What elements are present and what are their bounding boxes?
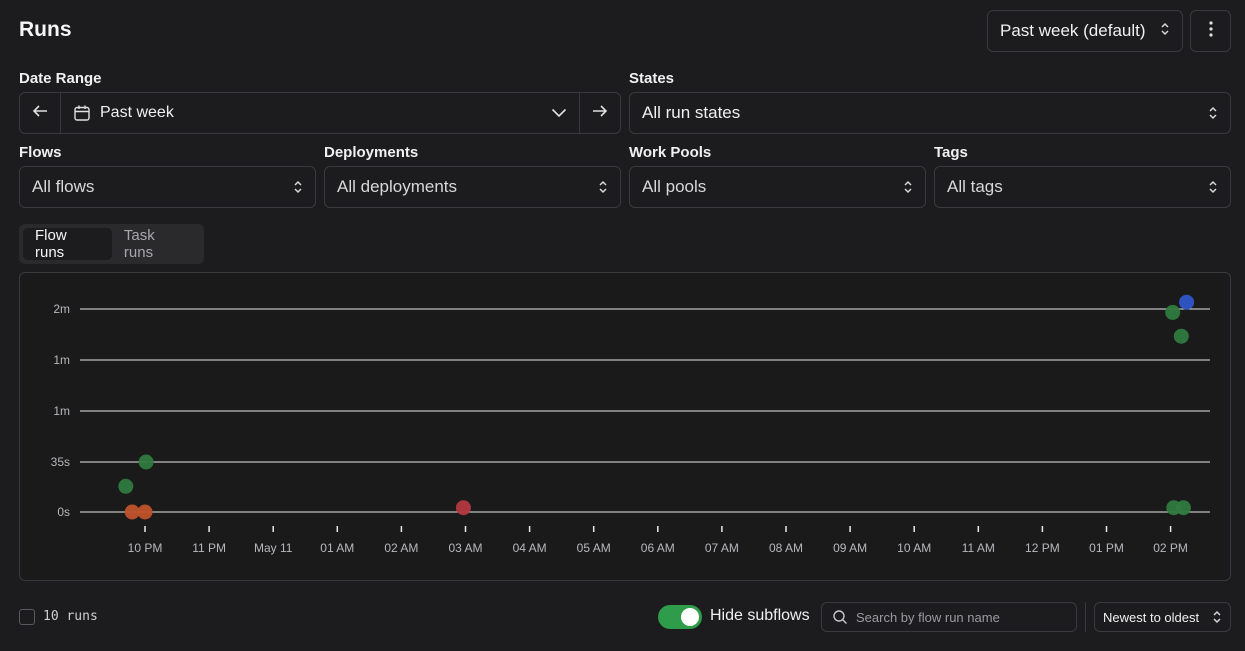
- x-tick-label: 10 PM: [128, 541, 163, 555]
- x-tick-label: 06 AM: [641, 541, 675, 555]
- tags-value: All tags: [947, 177, 1003, 196]
- states-value: All run states: [642, 103, 741, 122]
- x-tick-label: 10 AM: [897, 541, 931, 555]
- more-menu-button[interactable]: [1190, 10, 1231, 52]
- search-input[interactable]: [856, 609, 1056, 625]
- deployments-label: Deployments: [324, 144, 419, 161]
- select-all-checkbox[interactable]: [19, 609, 35, 625]
- chevron-up-down-icon: [1212, 610, 1222, 624]
- work-pools-select[interactable]: All pools: [629, 166, 926, 208]
- chevron-up-down-icon: [1208, 106, 1218, 120]
- runs-page: Runs Past week (default) Date Range Stat…: [0, 0, 1245, 651]
- footer-divider: [1085, 602, 1086, 632]
- next-range-button[interactable]: [580, 93, 620, 133]
- deployments-value: All deployments: [337, 177, 458, 196]
- sort-select[interactable]: Newest to oldest: [1094, 602, 1231, 632]
- arrow-left-icon: [32, 104, 48, 123]
- states-label: States: [629, 70, 675, 87]
- hide-subflows-label: Hide subflows: [710, 607, 810, 624]
- page-title: Runs: [19, 18, 72, 41]
- range-preset-value: Past week (default): [1000, 21, 1146, 40]
- x-tick-label: 02 PM: [1153, 541, 1188, 555]
- search-icon: [832, 609, 848, 625]
- work-pools-value: All pools: [642, 177, 707, 196]
- calendar-icon: [73, 104, 91, 122]
- flow-run-search[interactable]: [821, 602, 1077, 632]
- x-tick-label: 02 AM: [384, 541, 418, 555]
- x-tick-label: 04 AM: [513, 541, 547, 555]
- states-select[interactable]: All run states: [629, 92, 1231, 134]
- run-point[interactable]: [455, 500, 471, 516]
- x-tick-label: 08 AM: [769, 541, 803, 555]
- y-tick-label: 2m: [53, 302, 70, 316]
- tab-task-runs[interactable]: Task runs: [112, 227, 200, 261]
- x-tick-label: 07 AM: [705, 541, 739, 555]
- x-tick-label: 11 PM: [192, 541, 226, 555]
- flows-select[interactable]: All flows: [19, 166, 316, 208]
- x-tick-label: 05 AM: [577, 541, 611, 555]
- run-type-tabs: Flow runs Task runs: [19, 224, 204, 264]
- x-tick-label: May 11: [254, 541, 293, 555]
- runs-count: 10 runs: [43, 609, 98, 624]
- tags-select[interactable]: All tags: [934, 166, 1231, 208]
- flows-label: Flows: [19, 144, 62, 161]
- sort-value: Newest to oldest: [1103, 609, 1200, 625]
- run-point[interactable]: [118, 478, 134, 494]
- chevron-down-icon: [551, 108, 567, 118]
- date-range-label: Date Range: [19, 70, 102, 87]
- x-tick-label: 09 AM: [833, 541, 867, 555]
- chevron-up-down-icon: [903, 180, 913, 194]
- toggle-knob: [681, 608, 699, 626]
- y-tick-label: 35s: [51, 455, 70, 469]
- x-tick-label: 12 PM: [1025, 541, 1060, 555]
- hide-subflows-toggle[interactable]: [658, 605, 702, 629]
- date-range-value: Past week: [100, 104, 174, 121]
- chart-canvas: 2m 1m 1m 35s 0s 10 PM 11 PM May 11 01 AM 02 AM 03 …: [51, 294, 1210, 555]
- chevron-up-down-icon: [598, 180, 608, 194]
- run-point[interactable]: [1175, 500, 1191, 516]
- y-tick-label: 1m: [53, 353, 70, 367]
- previous-range-button[interactable]: [20, 93, 60, 133]
- run-point[interactable]: [138, 454, 154, 470]
- run-point[interactable]: [1165, 304, 1181, 320]
- x-tick-label: 01 AM: [320, 541, 354, 555]
- x-tick-label: 03 AM: [448, 541, 482, 555]
- arrow-right-icon: [592, 104, 608, 123]
- tab-flow-runs[interactable]: Flow runs: [23, 227, 112, 261]
- x-tick-label: 11 AM: [962, 541, 995, 555]
- date-range-select[interactable]: Past week: [61, 93, 579, 133]
- ellipsis-vertical-icon: [1208, 20, 1213, 42]
- chevron-up-down-icon: [1160, 21, 1170, 41]
- deployments-select[interactable]: All deployments: [324, 166, 621, 208]
- runs-scatter-chart: 2m 1m 1m 35s 0s 10 PM 11 PM May 11 01 AM 02 AM 03 …: [19, 272, 1231, 581]
- run-point[interactable]: [124, 504, 140, 520]
- x-tick-label: 01 PM: [1089, 541, 1124, 555]
- chevron-up-down-icon: [293, 180, 303, 194]
- y-tick-label: 1m: [53, 404, 70, 418]
- flows-value: All flows: [32, 177, 95, 196]
- chevron-up-down-icon: [1208, 180, 1218, 194]
- tags-label: Tags: [934, 144, 968, 161]
- run-point[interactable]: [137, 504, 153, 520]
- y-tick-label: 0s: [57, 505, 70, 519]
- run-point[interactable]: [1179, 294, 1195, 310]
- date-range-picker: Past week: [19, 92, 621, 134]
- work-pools-label: Work Pools: [629, 144, 712, 161]
- run-point[interactable]: [1173, 328, 1189, 344]
- range-preset-select[interactable]: Past week (default): [987, 10, 1183, 52]
